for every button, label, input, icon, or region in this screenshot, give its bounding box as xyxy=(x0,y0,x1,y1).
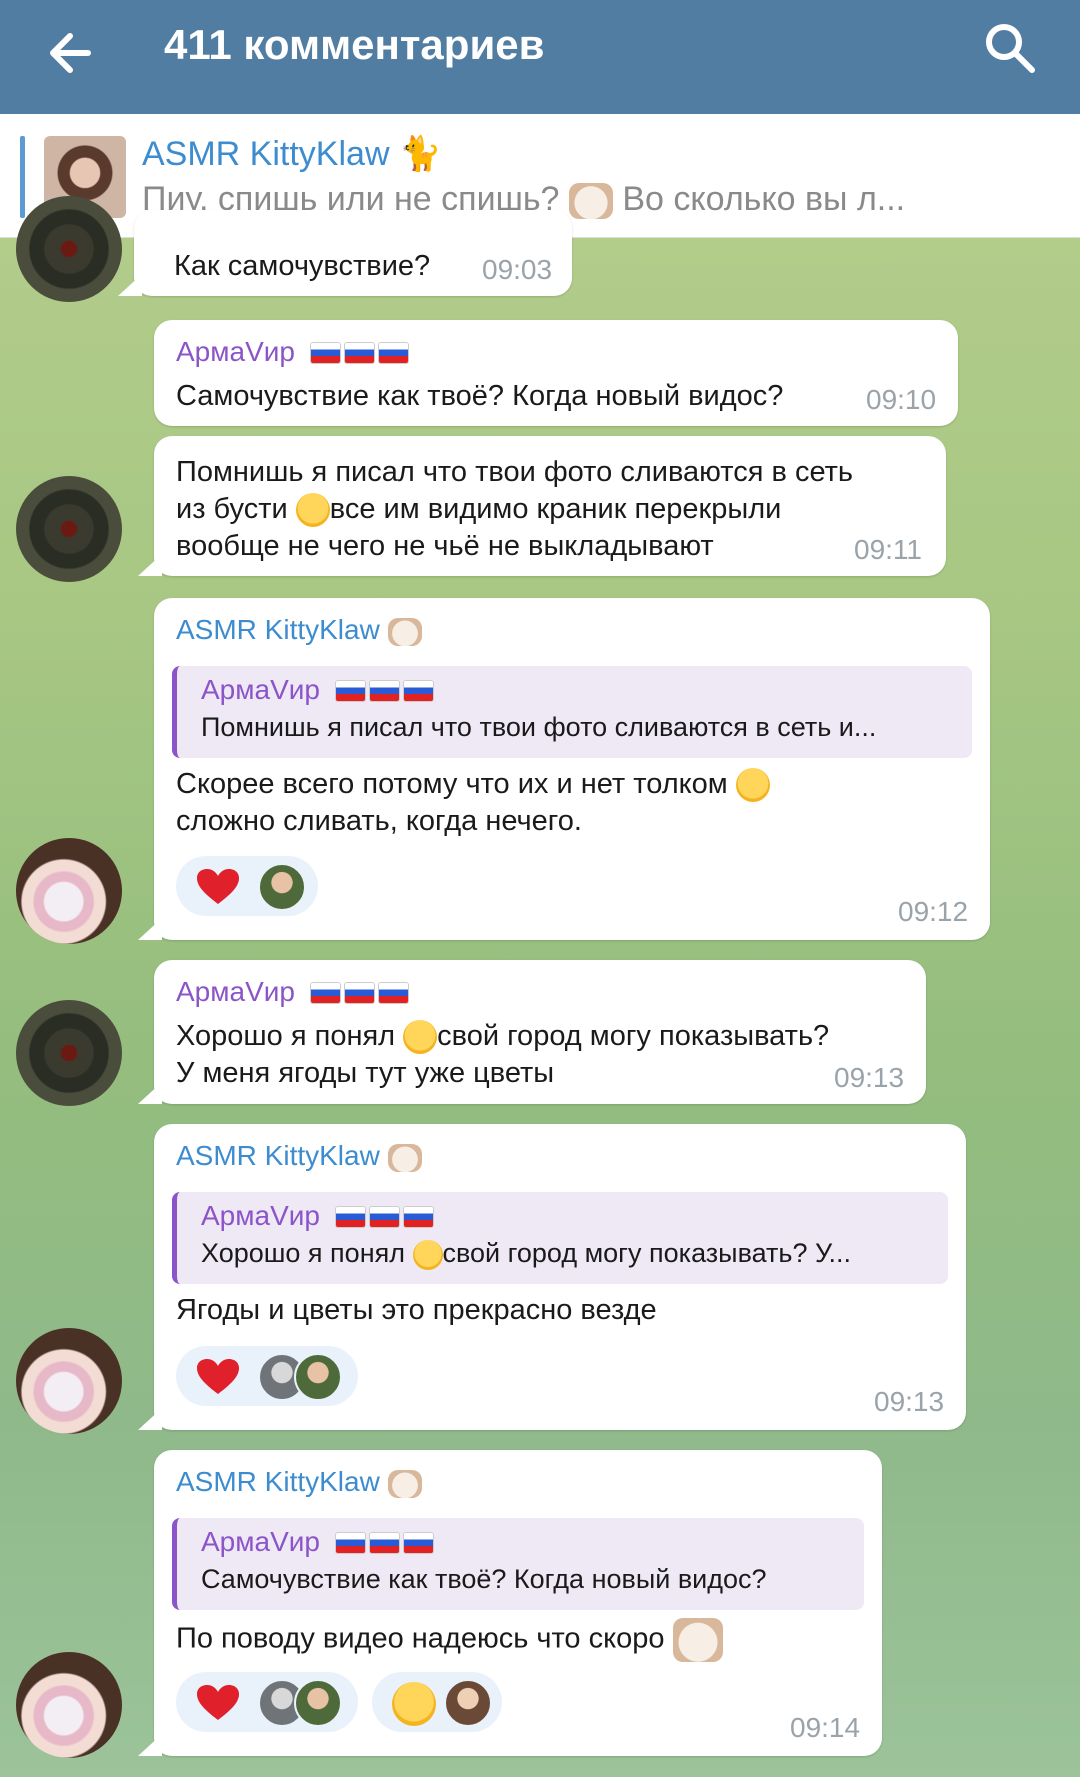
message-text-line: Помнишь я писал что твои фото сливаются … xyxy=(176,456,853,488)
channel-name-text: ASMR KittyKlaw xyxy=(142,135,390,173)
message-text-part: По поводу видео надеюсь что скоро xyxy=(176,1622,665,1655)
reaction-heart[interactable] xyxy=(176,1672,358,1732)
message-text-line: Скорее всего потому что их и нет толком xyxy=(176,766,770,803)
reply-quote[interactable]: АрмаVир Хорошо я понял свой город могу п… xyxy=(172,1192,948,1284)
smile-emoji-icon xyxy=(412,1239,443,1270)
message-bubble[interactable]: Как самочувствие? 09:03 xyxy=(134,210,572,296)
quote-text: Хорошо я понял свой город могу показыват… xyxy=(201,1238,851,1270)
sender-name: ASMR KittyKlaw xyxy=(176,1140,380,1171)
reactor-avatar xyxy=(294,1353,342,1401)
heart-icon xyxy=(197,869,239,904)
quote-text: Помнишь я писал что твои фото сливаются … xyxy=(201,712,877,742)
app-bar: 411 комментариев xyxy=(0,0,1080,114)
reaction-smiling-hearts[interactable] xyxy=(372,1672,502,1732)
flag-icon xyxy=(335,1202,438,1234)
quote-sender-name: АрмаVир xyxy=(201,1526,320,1557)
pinned-accent-line xyxy=(20,136,25,218)
reaction-heart[interactable] xyxy=(176,1346,358,1406)
sender-name: АрмаVир xyxy=(176,976,295,1007)
message-time: 09:11 xyxy=(854,534,922,565)
message-text-line: вообще не чего не чьё не выкладывают xyxy=(176,530,714,562)
channel-name: ASMR KittyKlaw 🐈 xyxy=(142,134,441,174)
message-bubble[interactable]: Помнишь я писал что твои фото сливаются … xyxy=(154,436,946,576)
message-text-line: У меня ягоды тут уже цветы xyxy=(176,1057,555,1089)
avatar[interactable] xyxy=(16,476,122,582)
message-text-line: По поводу видео надеюсь что скоро xyxy=(176,1618,723,1662)
smile-emoji-icon xyxy=(403,1020,438,1055)
quote-sender: АрмаVир xyxy=(201,1526,438,1560)
grin-emoji-icon xyxy=(295,493,330,528)
sender-name: АрмаVир xyxy=(176,336,295,367)
message-time: 09:13 xyxy=(834,1062,905,1093)
message-sender[interactable]: АрмаVир xyxy=(176,976,413,1010)
message-text-line: сложно сливать, когда нечего. xyxy=(176,805,582,837)
message-time: 09:03 xyxy=(482,254,553,285)
message-sender[interactable]: ASMR KittyKlaw xyxy=(176,1466,422,1498)
cat-sticker-icon xyxy=(672,1618,723,1662)
cat-emoji-icon: 🐈 xyxy=(398,135,442,173)
message-text-part: из бусти xyxy=(176,493,288,525)
page-title: 411 комментариев xyxy=(164,21,545,68)
reactor-avatar xyxy=(258,863,306,911)
sender-name: ASMR KittyKlaw xyxy=(176,614,380,645)
message-bubble[interactable]: ASMR KittyKlaw АрмаVир Самочувствие как … xyxy=(154,1450,882,1756)
message-text: Самочувствие как твоё? Когда новый видос… xyxy=(176,380,784,412)
heart-icon xyxy=(197,1359,239,1394)
back-arrow-icon xyxy=(50,33,91,73)
message-sender[interactable]: ASMR KittyKlaw xyxy=(176,614,422,646)
avatar[interactable] xyxy=(16,196,122,302)
avatar[interactable] xyxy=(16,1652,122,1758)
reply-quote[interactable]: АрмаVир Помнишь я писал что твои фото сл… xyxy=(172,666,972,758)
reply-quote[interactable]: АрмаVир Самочувствие как твоё? Когда нов… xyxy=(172,1518,864,1610)
message-text-part: все им видимо краник перекрыли xyxy=(329,493,782,525)
quote-sender: АрмаVир xyxy=(201,674,438,708)
message-time: 09:10 xyxy=(866,384,937,415)
message-time: 09:14 xyxy=(790,1712,861,1743)
message-text: Ягоды и цветы это прекрасно везде xyxy=(176,1294,657,1326)
flag-icon xyxy=(335,676,438,708)
message-time: 09:12 xyxy=(898,896,969,927)
quote-text-part: Хорошо я понял xyxy=(201,1238,405,1268)
message-bubble[interactable]: АрмаVир Самочувствие как твоё? Когда нов… xyxy=(154,320,958,426)
avatar[interactable] xyxy=(16,1000,122,1106)
message-text-part: свой город могу показывать? xyxy=(437,1020,830,1052)
message-text-part: Хорошо я понял xyxy=(176,1020,396,1052)
message-text-part: Скорее всего потому что их и нет толком xyxy=(176,768,728,800)
cat-emoji-icon xyxy=(387,1469,422,1498)
message-bubble[interactable]: ASMR KittyKlaw АрмаVир Помнишь я писал ч… xyxy=(154,598,990,940)
quote-sender: АрмаVир xyxy=(201,1200,438,1234)
message-bubble[interactable]: АрмаVир Хорошо я понял свой город могу п… xyxy=(154,960,926,1104)
cat-emoji-icon xyxy=(387,617,422,646)
message-bubble[interactable]: ASMR KittyKlaw АрмаVир Хорошо я понял св… xyxy=(154,1124,966,1430)
smiling-hearts-emoji-icon xyxy=(392,1682,436,1726)
quote-text: Самочувствие как твоё? Когда новый видос… xyxy=(201,1564,767,1594)
reaction-heart[interactable] xyxy=(176,856,318,916)
heart-icon xyxy=(197,1685,239,1720)
back-button[interactable] xyxy=(40,20,106,86)
reactor-avatar xyxy=(294,1679,342,1727)
quote-text-part: свой город могу показывать? У... xyxy=(442,1238,852,1268)
message-text-line: из бусти все им видимо краник перекрыли xyxy=(176,491,782,528)
reactor-avatar xyxy=(444,1679,492,1727)
message-sender[interactable]: АрмаVир xyxy=(176,336,413,370)
sender-name: ASMR KittyKlaw xyxy=(176,1466,380,1497)
message-sender[interactable]: ASMR KittyKlaw xyxy=(176,1140,422,1172)
quote-sender-name: АрмаVир xyxy=(201,1200,320,1231)
pinned-preview-tail: Во сколько вы л... xyxy=(622,180,906,218)
cat-emoji-icon xyxy=(387,1143,422,1172)
search-button[interactable] xyxy=(980,18,1040,78)
flag-icon xyxy=(335,1528,438,1560)
avatar[interactable] xyxy=(16,838,122,944)
avatar[interactable] xyxy=(16,1328,122,1434)
flag-icon xyxy=(310,978,413,1010)
cat-sticker-icon xyxy=(568,183,613,220)
sweat-smile-emoji-icon xyxy=(735,768,770,803)
search-icon xyxy=(986,24,1035,73)
message-text: Как самочувствие? xyxy=(174,250,431,282)
message-time: 09:13 xyxy=(874,1386,945,1417)
quote-sender-name: АрмаVир xyxy=(201,674,320,705)
message-text-line: Хорошо я понял свой город могу показыват… xyxy=(176,1018,830,1055)
flag-icon xyxy=(310,338,413,370)
